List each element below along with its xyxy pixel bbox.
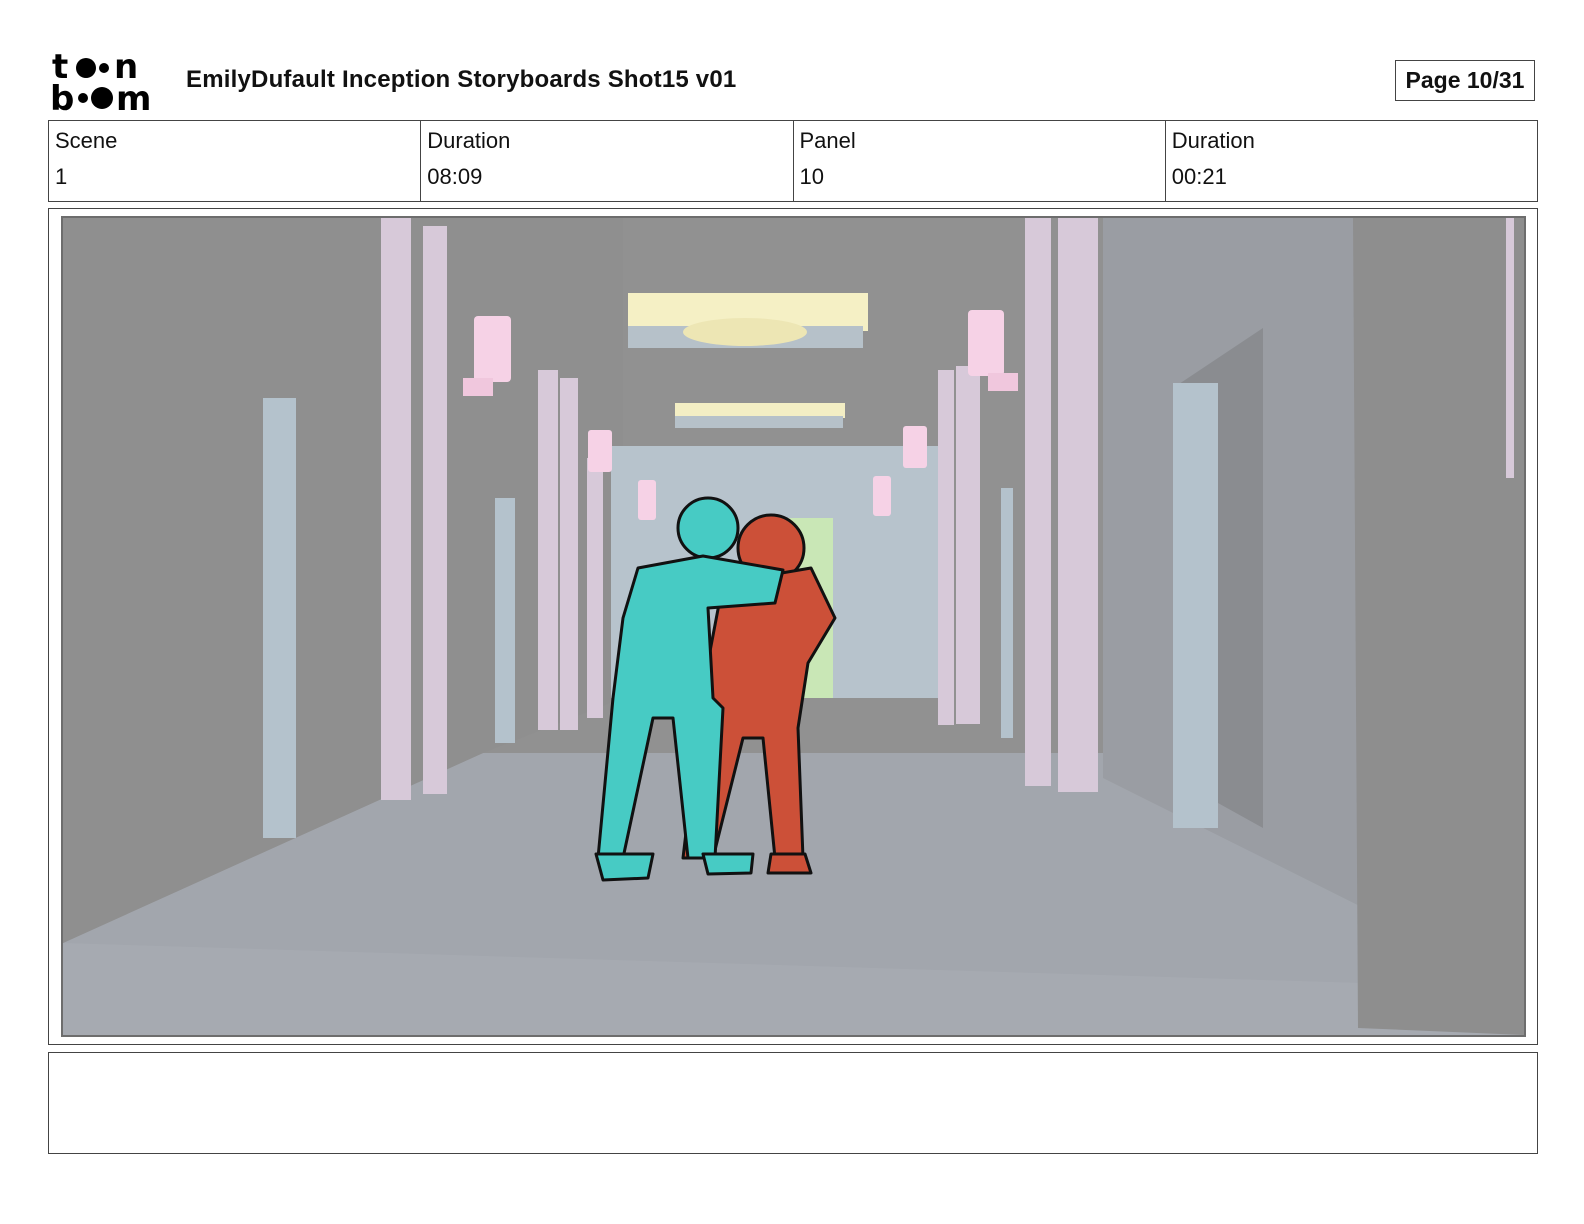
panel-duration-label: Duration xyxy=(1171,128,1255,153)
toon-boom-logo: t n b m xyxy=(50,50,151,112)
scene-duration-value: 08:09 xyxy=(427,164,483,189)
storyboard-panel-frame xyxy=(48,208,1538,1045)
scene-duration-label: Duration xyxy=(427,128,511,153)
hallway-scene-drawing xyxy=(63,218,1524,1035)
svg-text:m: m xyxy=(116,79,151,112)
panel-duration-value: 00:21 xyxy=(1171,164,1227,189)
panel-duration-cell: Duration 00:21 xyxy=(1166,121,1537,201)
panel-cell: Panel 10 xyxy=(794,121,1166,201)
scene-value: 1 xyxy=(55,164,68,189)
panel-value: 10 xyxy=(799,164,824,189)
storyboard-panel-image xyxy=(61,216,1526,1037)
document-title: EmilyDufault Inception Storyboards Shot1… xyxy=(186,66,737,93)
panel-notes-box xyxy=(48,1052,1538,1154)
panel-label: Panel xyxy=(799,128,856,153)
page-indicator: Page 10/31 xyxy=(1395,60,1535,101)
scene-duration-cell: Duration 08:09 xyxy=(421,121,794,201)
scene-cell: Scene 1 xyxy=(49,121,422,201)
shot-info-table: Scene 1 Duration 08:09 Panel 10 Duration… xyxy=(48,120,1538,202)
scene-label: Scene xyxy=(55,128,118,153)
svg-text:b: b xyxy=(50,79,74,112)
